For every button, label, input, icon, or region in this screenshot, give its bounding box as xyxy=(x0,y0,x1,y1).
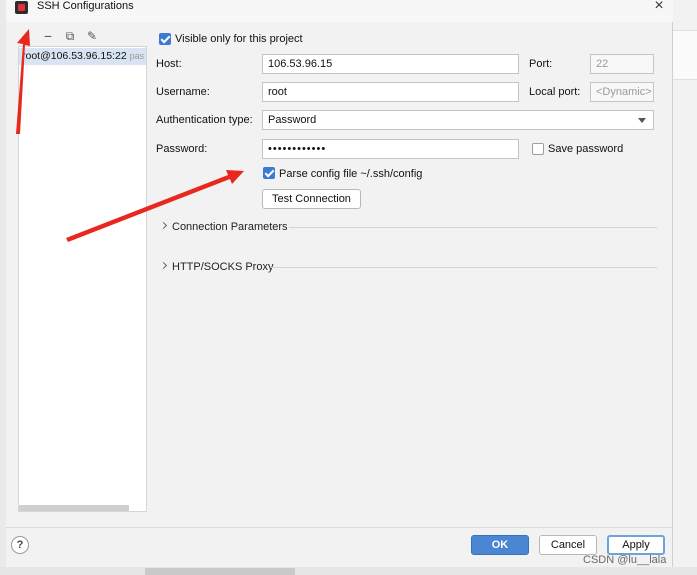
list-item[interactable]: root@106.53.96.15:22 pas xyxy=(19,48,146,65)
password-field[interactable]: •••••••••••• xyxy=(262,139,519,159)
sidebar-scrollbar[interactable] xyxy=(19,505,129,511)
window-title: SSH Configurations xyxy=(37,0,134,12)
host-label: Host: xyxy=(156,58,182,70)
title-bar: SSH Configurations × xyxy=(6,0,673,22)
close-icon[interactable]: × xyxy=(651,0,667,14)
section-divider xyxy=(289,227,657,228)
connection-parameters-label: Connection Parameters xyxy=(172,221,288,233)
username-label: Username: xyxy=(156,86,210,98)
edit-icon[interactable]: ✎ xyxy=(84,28,100,44)
save-password-label: Save password xyxy=(548,143,624,155)
save-password-checkbox[interactable] xyxy=(532,143,544,155)
configuration-form: Visible only for this project Host: 106.… xyxy=(147,26,667,526)
username-field[interactable]: root xyxy=(262,82,519,102)
chevron-right-icon xyxy=(159,221,168,230)
config-hint: pas xyxy=(129,51,145,61)
local-port-field[interactable]: <Dynamic> xyxy=(590,82,654,102)
test-connection-button[interactable]: Test Connection xyxy=(262,189,361,209)
local-port-label: Local port: xyxy=(529,86,581,98)
chevron-down-icon xyxy=(638,118,646,123)
watermark: CSDN @lu__lala xyxy=(583,554,667,566)
ok-button[interactable]: OK xyxy=(471,535,529,555)
app-icon xyxy=(15,1,28,14)
connection-parameters-section[interactable]: Connection Parameters xyxy=(159,220,657,234)
footer-divider xyxy=(6,527,673,528)
cancel-button[interactable]: Cancel xyxy=(539,535,597,555)
password-label: Password: xyxy=(156,143,208,155)
parse-config-checkbox[interactable] xyxy=(263,167,275,179)
auth-type-value: Password xyxy=(268,114,317,126)
remove-icon[interactable]: − xyxy=(40,28,56,44)
auth-type-select[interactable]: Password xyxy=(262,110,654,130)
visible-only-label: Visible only for this project xyxy=(175,33,303,45)
port-field[interactable]: 22 xyxy=(590,54,654,74)
add-icon[interactable]: + xyxy=(18,28,34,44)
background-scrollbar xyxy=(145,568,295,575)
http-proxy-section[interactable]: HTTP/SOCKS Proxy xyxy=(159,260,657,274)
host-field[interactable]: 106.53.96.15 xyxy=(262,54,519,74)
section-divider xyxy=(271,267,657,268)
apply-button[interactable]: Apply xyxy=(607,535,665,555)
ssh-configurations-dialog: SSH Configurations × + − ⧉ ✎ root@106.53… xyxy=(6,0,673,567)
http-proxy-label: HTTP/SOCKS Proxy xyxy=(172,261,274,273)
copy-icon[interactable]: ⧉ xyxy=(62,28,78,44)
port-label: Port: xyxy=(529,58,553,70)
visible-only-checkbox[interactable] xyxy=(159,33,171,45)
help-icon[interactable]: ? xyxy=(11,536,29,554)
chevron-right-icon xyxy=(159,261,168,270)
configurations-list: root@106.53.96.15:22 pas xyxy=(18,46,147,512)
background-bottom-strip xyxy=(0,567,697,575)
sidebar-toolbar: + − ⧉ ✎ xyxy=(18,28,147,48)
background-right-strip xyxy=(673,0,697,575)
auth-type-label: Authentication type: xyxy=(156,114,253,126)
background-right-panel xyxy=(673,30,697,80)
config-name: root@106.53.96.15:22 xyxy=(22,50,127,62)
parse-config-label: Parse config file ~/.ssh/config xyxy=(279,168,423,180)
